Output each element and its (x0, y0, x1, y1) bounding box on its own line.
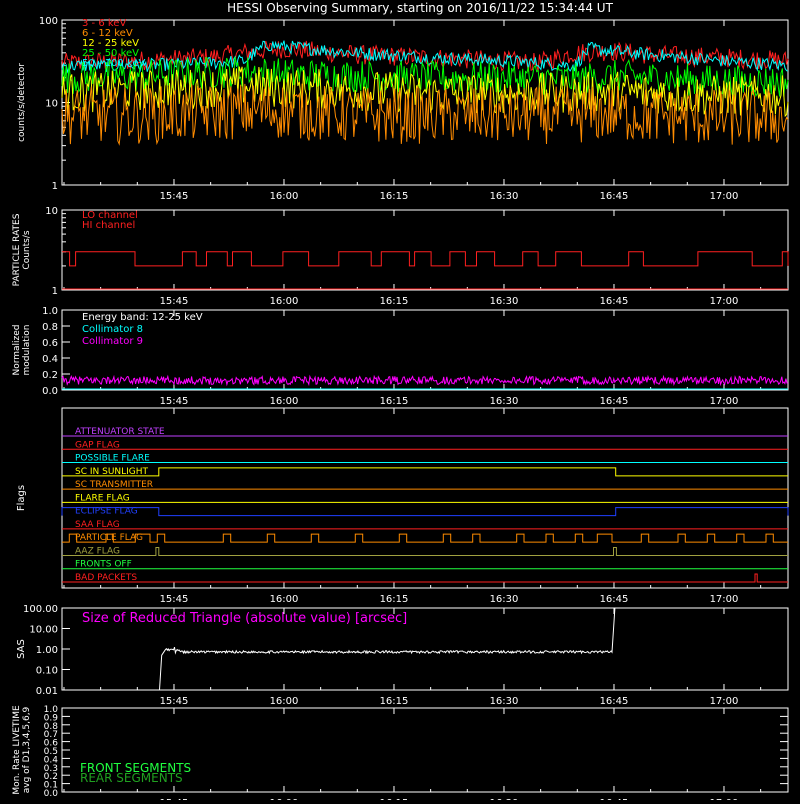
y-axis-label: Normalized (12, 324, 22, 375)
x-tick-label: 16:45 (600, 296, 629, 307)
x-tick-label: 16:15 (380, 594, 409, 605)
legend-entry: HI channel (82, 220, 135, 231)
x-tick-label: 16:00 (270, 594, 299, 605)
sas-annotation: Size of Reduced Triangle (absolute value… (82, 611, 407, 626)
y-tick-label: 1 (52, 181, 58, 192)
flag-line (62, 467, 788, 477)
y-axis-label: modulation (22, 325, 32, 376)
x-tick-label: 16:15 (380, 296, 409, 307)
x-tick-label: 15:45 (160, 594, 189, 605)
flag-line (62, 546, 788, 556)
x-tick-label: 16:00 (270, 396, 299, 407)
flag-line (61, 507, 789, 517)
flag-label: SC TRANSMITTER (75, 480, 153, 490)
y-tick-label: 1.0 (42, 306, 58, 317)
x-tick-label: 16:15 (380, 396, 409, 407)
y-tick-label: 1 (52, 286, 58, 297)
flag-label: GAP FLAG (75, 440, 120, 450)
y-tick-label: 0.0 (42, 386, 58, 397)
y-tick-label: 0.4 (42, 354, 58, 365)
x-tick-label: 15:45 (160, 696, 189, 707)
flag-label: ATTENUATOR STATE (75, 427, 165, 437)
x-tick-label: 16:30 (490, 696, 519, 707)
x-tick-label: 16:00 (270, 296, 299, 307)
flag-label: PARTICLE FLAG (75, 533, 143, 543)
flag-label: FLARE FLAG (75, 493, 130, 503)
x-tick-label: 16:15 (380, 696, 409, 707)
y-tick-label: 1.00 (36, 645, 58, 656)
legend-entry: Collimator 9 (82, 336, 143, 347)
x-tick-label: 15:45 (160, 191, 189, 202)
x-tick-label: 17:00 (710, 696, 739, 707)
y-tick-label: 0.2 (42, 370, 58, 381)
series-line-1 (61, 83, 789, 146)
flag-label: ECLIPSE FLAG (75, 507, 138, 517)
x-tick-label: 16:30 (490, 396, 519, 407)
chart-title: HESSI Observing Summary, starting on 201… (227, 1, 613, 15)
panel-frame-1 (61, 209, 789, 291)
flag-label: AAZ FLAG (75, 546, 120, 556)
x-tick-label: 16:45 (600, 696, 629, 707)
x-tick-label: 17:00 (710, 191, 739, 202)
x-tick-label: 17:00 (710, 296, 739, 307)
lo-channel-line (62, 251, 789, 267)
flag-label: POSSIBLE FLARE (75, 454, 150, 464)
y-tick-label: 10.00 (29, 625, 58, 636)
x-tick-label: 16:00 (270, 696, 299, 707)
y-tick-label: 0.6 (42, 338, 58, 349)
energy-band-annotation: Energy band: 12-25 keV (82, 312, 203, 323)
x-tick-label: 15:45 (160, 396, 189, 407)
y-tick-label: 0.10 (36, 666, 58, 677)
x-tick-label: 16:30 (490, 296, 519, 307)
flag-line (62, 573, 788, 583)
x-tick-label: 17:00 (710, 396, 739, 407)
x-tick-label: 16:30 (490, 594, 519, 605)
legend-entry: REAR SEGMENTS (80, 771, 183, 785)
x-tick-label: 16:45 (600, 191, 629, 202)
flag-label: SC IN SUNLIGHT (75, 467, 149, 477)
y-tick-label: 0.01 (36, 686, 58, 697)
series-line-3 (61, 56, 789, 98)
y-axis-label: avg of D1,3,4,5,6,9 (22, 706, 32, 793)
legend-entry: Collimator 8 (82, 324, 143, 335)
flag-label: FRONTS OFF (75, 560, 132, 570)
chart-canvas: HESSI Observing Summary, starting on 201… (12, 1, 789, 804)
collimator-9-line (61, 374, 789, 387)
y-axis-label: PARTICLE RATES (12, 213, 22, 286)
y-tick-label: 0.8 (42, 322, 58, 333)
y-tick-label: 100.00 (23, 604, 58, 615)
y-axis-label: Flags (16, 485, 27, 511)
x-tick-label: 16:30 (490, 191, 519, 202)
legend-entry: 50 - 100 keV (82, 58, 146, 69)
x-tick-label: 17:00 (710, 594, 739, 605)
flag-label: BAD PACKETS (75, 573, 137, 583)
x-tick-label: 16:45 (600, 594, 629, 605)
x-tick-label: 16:15 (380, 191, 409, 202)
x-tick-label: 16:00 (270, 191, 299, 202)
flag-line (62, 533, 788, 543)
flag-label: SAA FLAG (75, 520, 120, 530)
x-tick-label: 15:45 (160, 296, 189, 307)
y-axis-label: counts/s/detector (17, 63, 27, 142)
y-tick-label: 1.0 (44, 705, 59, 715)
y-axis-label: Counts/s (22, 230, 32, 269)
y-axis-label: Mon. Rate LIVETIME (12, 705, 22, 795)
observing-summary-figure: HESSI Observing Summary, starting on 201… (0, 0, 800, 804)
panel-frame-3 (61, 407, 789, 589)
y-tick-label: 10 (45, 206, 58, 217)
x-tick-label: 16:45 (600, 396, 629, 407)
y-tick-label: 10 (45, 99, 58, 110)
y-tick-label: 100 (39, 16, 58, 27)
y-axis-label: SAS (16, 639, 27, 659)
